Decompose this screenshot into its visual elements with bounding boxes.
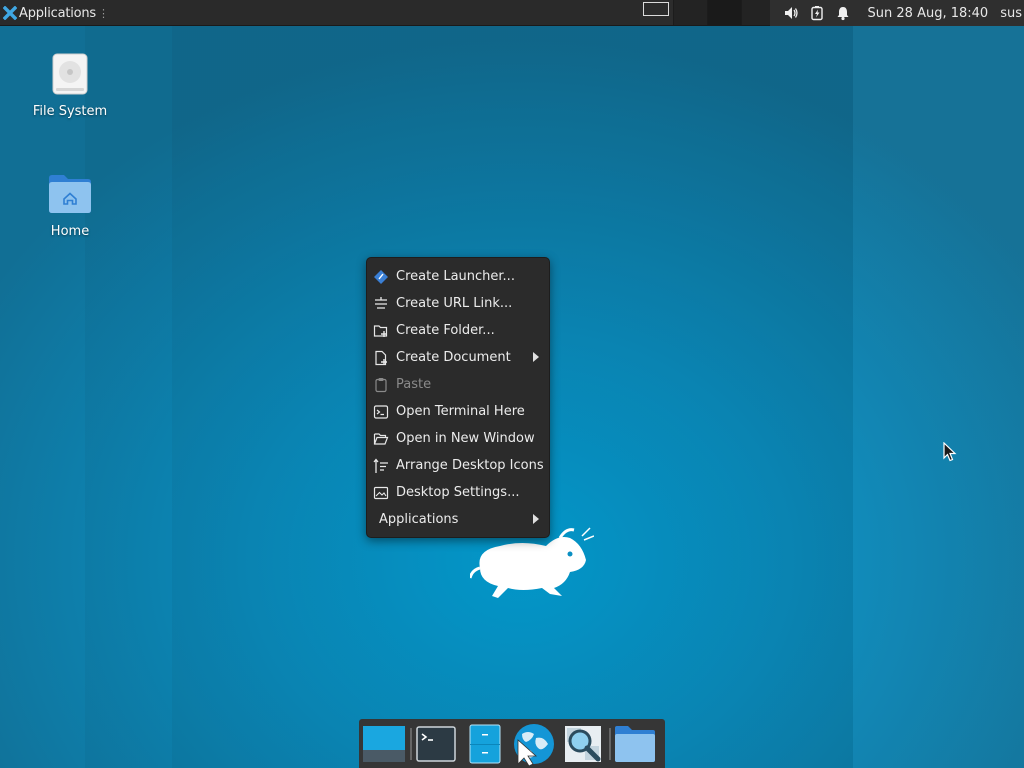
dock-item-show-desktop[interactable] bbox=[362, 722, 406, 766]
panel-clock[interactable]: Sun 28 Aug, 18:40 bbox=[868, 6, 989, 21]
show-desktop-icon bbox=[363, 725, 405, 762]
web-browser-icon bbox=[514, 723, 554, 766]
desktop[interactable]: Applications ⋮ Sun 28 Aug, 18:40 sus Fil… bbox=[0, 0, 1024, 768]
submenu-arrow-icon bbox=[533, 514, 539, 524]
desktop-icon-file-system[interactable]: File System bbox=[20, 50, 120, 119]
dock-item-home-folder[interactable] bbox=[613, 722, 657, 766]
workspace-1[interactable] bbox=[640, 0, 674, 25]
menu-item-create-folder[interactable]: Create Folder... bbox=[367, 317, 549, 344]
menu-item-label: Desktop Settings... bbox=[396, 485, 520, 500]
drive-icon bbox=[52, 53, 88, 95]
menu-item-label: Create Document bbox=[396, 350, 511, 365]
dock-item-web-browser[interactable] bbox=[512, 722, 556, 766]
battery-charging-icon[interactable] bbox=[809, 5, 825, 21]
volume-icon[interactable] bbox=[783, 5, 799, 21]
menu-item-open-in-new-window[interactable]: Open in New Window bbox=[367, 425, 549, 452]
app-finder-icon bbox=[565, 725, 601, 762]
dock-item-terminal[interactable] bbox=[414, 722, 458, 766]
menu-item-create-url-link[interactable]: Create URL Link... bbox=[367, 290, 549, 317]
arrange-icon bbox=[373, 457, 389, 474]
workspace-2[interactable] bbox=[674, 0, 708, 25]
menu-item-label: Paste bbox=[396, 377, 432, 392]
desktop-icon-label: File System bbox=[32, 104, 108, 119]
menu-item-applications[interactable]: Applications bbox=[367, 506, 549, 533]
user-name[interactable]: sus bbox=[1000, 6, 1022, 21]
workspace-switcher[interactable] bbox=[640, 0, 776, 26]
menu-item-label: Applications bbox=[379, 512, 459, 527]
desktop-icon-label: Home bbox=[50, 224, 90, 239]
menu-item-label: Create Folder... bbox=[396, 323, 495, 338]
menu-item-paste: Paste bbox=[367, 371, 549, 398]
desktop-icon-home[interactable]: Home bbox=[20, 170, 120, 239]
new-folder-icon bbox=[373, 323, 389, 339]
file-manager-icon bbox=[469, 724, 501, 763]
dock-separator bbox=[609, 727, 611, 760]
dock-separator bbox=[410, 727, 412, 760]
applications-menu-button[interactable]: Applications ⋮ bbox=[0, 0, 113, 26]
home-folder-icon bbox=[49, 175, 91, 213]
system-tray: Sun 28 Aug, 18:40 sus bbox=[769, 0, 1024, 26]
menu-item-label: Open Terminal Here bbox=[396, 404, 525, 419]
desktop-context-menu: Create Launcher... Create URL Link... Cr… bbox=[366, 257, 550, 538]
menu-item-create-launcher[interactable]: Create Launcher... bbox=[367, 263, 549, 290]
dock-item-file-manager[interactable] bbox=[463, 722, 507, 766]
workspace-3[interactable] bbox=[708, 0, 742, 25]
launcher-icon bbox=[373, 269, 389, 285]
menu-item-create-document[interactable]: Create Document bbox=[367, 344, 549, 371]
menu-item-arrange-desktop-icons[interactable]: Arrange Desktop Icons bbox=[367, 452, 549, 479]
desktop-settings-icon bbox=[373, 485, 389, 501]
terminal-icon bbox=[416, 725, 456, 762]
top-panel: Applications ⋮ Sun 28 Aug, 18:40 sus bbox=[0, 0, 1024, 26]
panel-separator-handle: ⋮ bbox=[98, 6, 110, 20]
menu-item-label: Arrange Desktop Icons bbox=[396, 458, 544, 473]
xfce-logo-icon bbox=[3, 6, 17, 20]
submenu-arrow-icon bbox=[533, 352, 539, 362]
menu-item-label: Open in New Window bbox=[396, 431, 535, 446]
menu-item-label: Create Launcher... bbox=[396, 269, 515, 284]
notification-bell-icon[interactable] bbox=[835, 5, 851, 21]
menu-item-desktop-settings[interactable]: Desktop Settings... bbox=[367, 479, 549, 506]
terminal-icon bbox=[373, 404, 389, 420]
url-link-icon bbox=[373, 296, 389, 312]
paste-icon bbox=[373, 377, 389, 393]
mouse-pointer-icon bbox=[943, 442, 957, 462]
bottom-dock bbox=[359, 719, 665, 768]
open-folder-icon bbox=[373, 431, 389, 447]
folder-icon bbox=[615, 725, 655, 762]
applications-menu-label: Applications bbox=[19, 5, 97, 21]
menu-item-open-terminal-here[interactable]: Open Terminal Here bbox=[367, 398, 549, 425]
workspace-window-thumb bbox=[643, 2, 669, 16]
new-document-icon bbox=[373, 350, 389, 366]
dock-item-app-finder[interactable] bbox=[561, 722, 605, 766]
menu-item-label: Create URL Link... bbox=[396, 296, 513, 311]
